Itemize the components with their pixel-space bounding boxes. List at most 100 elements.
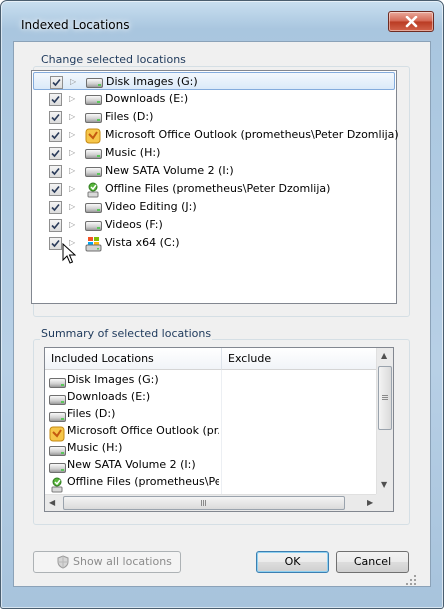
expand-arrow-icon[interactable]: ▷ [70, 77, 76, 86]
scroll-right-icon[interactable]: ▶ [367, 498, 373, 507]
summary-label: Summary of selected locations [40, 327, 213, 340]
location-label: Videos (F:) [105, 218, 163, 231]
included-location-cell: Music (H:) [67, 441, 123, 454]
checkmark-icon [51, 239, 60, 248]
included-location-cell: Offline Files (prometheus\Pe... [67, 475, 219, 488]
expand-arrow-icon[interactable]: ▷ [69, 112, 75, 121]
location-checkbox[interactable] [50, 76, 63, 89]
checkmark-icon [51, 185, 60, 194]
included-location-cell: Downloads (E:) [67, 390, 151, 403]
drive-icon [49, 409, 66, 422]
location-item[interactable]: ▷ Vista x64 (C:) [33, 234, 395, 252]
location-item[interactable]: ▷ Offline Files (prometheus\Peter Dzomlij… [33, 180, 395, 198]
expand-arrow-icon[interactable]: ▷ [69, 184, 75, 193]
drive-icon [85, 92, 102, 105]
location-checkbox[interactable] [49, 237, 62, 250]
drive-icon [49, 392, 66, 405]
column-header-included[interactable]: Included Locations [45, 348, 222, 370]
window-title: Indexed Locations [21, 18, 130, 32]
location-item[interactable]: ▷ Disk Images (G:) [33, 72, 395, 90]
column-header-exclude[interactable]: Exclude [222, 348, 393, 370]
location-checkbox[interactable] [49, 147, 62, 160]
location-label: Files (D:) [105, 110, 154, 123]
included-location-cell: Files (D:) [67, 407, 116, 420]
drive-icon [49, 460, 66, 473]
checkmark-icon [51, 149, 60, 158]
table-row[interactable]: Microsoft Office Outlook (pr... [45, 423, 221, 442]
close-icon [405, 16, 418, 28]
location-item[interactable]: ▷ Video Editing (J:) [33, 198, 395, 216]
checkmark-icon [52, 78, 61, 87]
expand-arrow-icon[interactable]: ▷ [69, 130, 75, 139]
location-checkbox[interactable] [49, 219, 62, 232]
table-row[interactable]: Files (D:) [45, 406, 221, 423]
horizontal-scrollbar[interactable]: ◀ ▶ [45, 494, 377, 511]
mouse-cursor-icon [62, 243, 76, 264]
table-row[interactable]: Disk Images (G:) [45, 372, 221, 389]
table-row[interactable]: Downloads (E:) [45, 389, 221, 406]
location-label: Disk Images (G:) [106, 75, 198, 88]
location-label: Microsoft Office Outlook (prometheus\Pet… [105, 128, 399, 141]
location-item[interactable]: ▷ Microsoft Office Outlook (prometheus\Pe… [33, 126, 399, 144]
show-all-locations-button[interactable]: Show all locations [33, 551, 181, 573]
checkmark-icon [51, 113, 60, 122]
summary-table[interactable]: Included Locations Exclude Disk Images (… [44, 347, 394, 512]
location-checkbox[interactable] [49, 129, 62, 142]
drive-icon [85, 110, 102, 123]
location-item[interactable]: ▷ Downloads (E:) [33, 90, 395, 108]
drive-icon [85, 200, 102, 213]
column-divider [221, 370, 222, 496]
show-all-locations-label: Show all locations [73, 555, 172, 568]
windows-drive-icon [85, 236, 102, 255]
drive-icon [85, 164, 102, 177]
included-location-cell: New SATA Volume 2 (I:) [67, 458, 196, 471]
location-checkbox[interactable] [49, 111, 62, 124]
table-row[interactable]: Offline Files (prometheus\Pe... [45, 474, 221, 493]
checkmark-icon [51, 167, 60, 176]
expand-arrow-icon[interactable]: ▷ [69, 220, 75, 229]
ok-button[interactable]: OK [256, 551, 329, 573]
location-item[interactable]: ▷ Music (H:) [33, 144, 395, 162]
location-item[interactable]: ▷ Files (D:) [33, 108, 395, 126]
included-location-cell: Disk Images (G:) [67, 373, 159, 386]
table-row[interactable]: New SATA Volume 2 (I:) [45, 457, 221, 474]
cancel-button[interactable]: Cancel [336, 551, 409, 573]
location-label: Downloads (E:) [105, 92, 189, 105]
location-checkbox[interactable] [49, 165, 62, 178]
location-label: Offline Files (prometheus\Peter Dzomlija… [105, 182, 331, 195]
location-checkbox[interactable] [49, 93, 62, 106]
expand-arrow-icon[interactable]: ▷ [69, 166, 75, 175]
vertical-scrollbar[interactable]: ▲ ▼ [376, 348, 393, 494]
table-row[interactable]: Music (H:) [45, 440, 221, 457]
expand-arrow-icon[interactable]: ▷ [69, 148, 75, 157]
scroll-down-icon[interactable]: ▼ [381, 480, 387, 489]
resize-grip-icon[interactable] [405, 574, 417, 586]
locations-tree[interactable]: ▷ Disk Images (G:) ▷ Downloads (E:) ▷ Files (… [31, 70, 399, 304]
location-checkbox[interactable] [49, 183, 62, 196]
shield-icon [57, 555, 69, 569]
location-label: Music (H:) [105, 146, 161, 159]
drive-icon [85, 218, 102, 231]
location-checkbox[interactable] [49, 201, 62, 214]
checkmark-icon [51, 221, 60, 230]
included-location-cell: Microsoft Office Outlook (pr... [67, 424, 219, 437]
drive-icon [85, 146, 102, 159]
expand-arrow-icon[interactable]: ▷ [69, 202, 75, 211]
scrollbar-corner [376, 494, 393, 511]
drive-icon [49, 443, 66, 456]
drive-icon [86, 75, 103, 88]
scroll-up-icon[interactable]: ▲ [381, 351, 387, 360]
location-label: Vista x64 (C:) [105, 236, 180, 249]
scroll-left-icon[interactable]: ◀ [49, 498, 55, 507]
checkmark-icon [51, 131, 60, 140]
location-item[interactable]: ▷ New SATA Volume 2 (I:) [33, 162, 395, 180]
location-label: New SATA Volume 2 (I:) [105, 164, 234, 177]
vertical-scroll-thumb[interactable] [378, 366, 392, 430]
checkmark-icon [51, 203, 60, 212]
change-locations-label: Change selected locations [40, 53, 187, 66]
close-button[interactable] [388, 11, 434, 32]
expand-arrow-icon[interactable]: ▷ [69, 94, 75, 103]
horizontal-scroll-thumb[interactable] [63, 496, 345, 510]
drive-icon [49, 375, 66, 388]
location-item[interactable]: ▷ Videos (F:) [33, 216, 395, 234]
